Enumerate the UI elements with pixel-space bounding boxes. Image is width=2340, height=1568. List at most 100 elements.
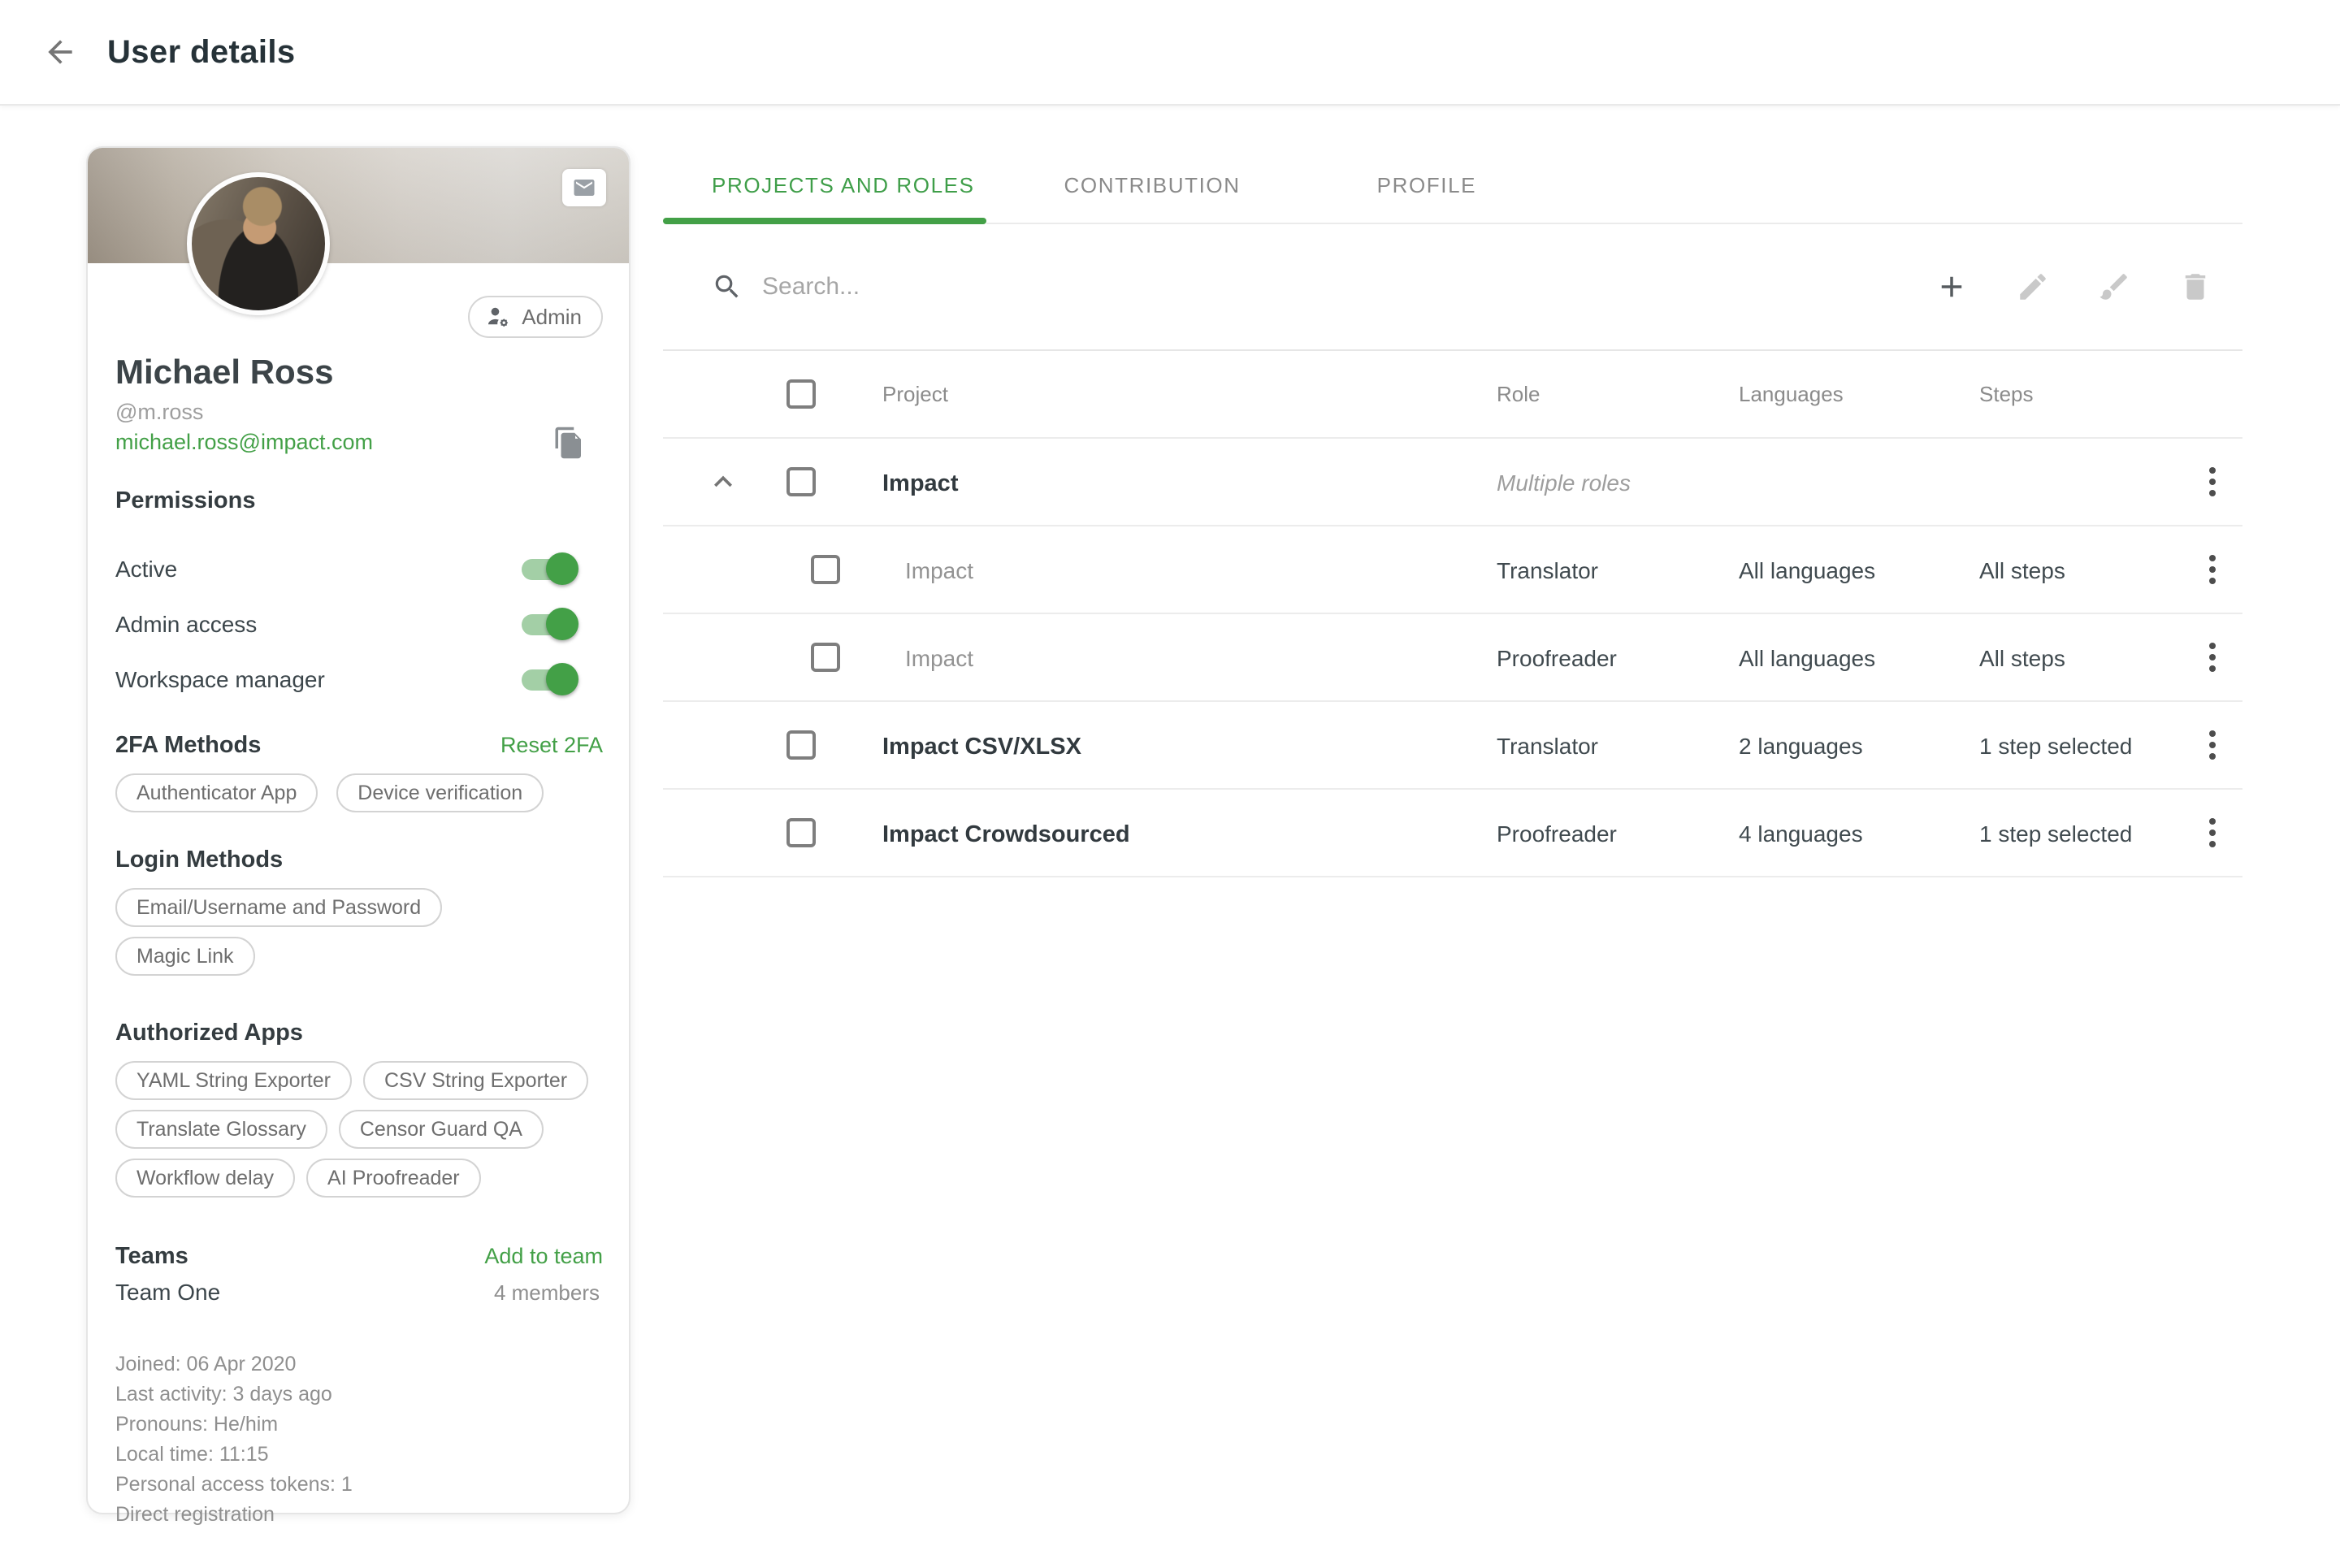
- select-all-checkbox[interactable]: [786, 379, 816, 409]
- toggle-row-workspace-manager: Workspace manager: [107, 661, 609, 700]
- row-checkbox[interactable]: [811, 555, 840, 584]
- trash-icon: [2178, 270, 2212, 304]
- twofa-method-chip: Authenticator App: [115, 773, 318, 812]
- row-steps: All steps: [1979, 646, 2065, 671]
- column-languages: Languages: [1739, 382, 1979, 407]
- row-checkbox[interactable]: [811, 643, 840, 672]
- column-steps: Steps: [1979, 382, 2182, 407]
- row-role: Multiple roles: [1497, 470, 1631, 496]
- back-arrow-icon[interactable]: [39, 31, 81, 73]
- user-email-link[interactable]: michael.ross@impact.com: [115, 430, 609, 455]
- chevron-up-icon: [705, 464, 741, 500]
- row-checkbox[interactable]: [786, 818, 816, 847]
- tab-bar: PROJECTS AND ROLES CONTRIBUTION PROFILE: [663, 146, 2242, 224]
- top-bar: User details: [0, 0, 2340, 106]
- twofa-methods: Authenticator App Device verification: [107, 773, 609, 822]
- authorized-apps: YAML String ExporterCSV String Exporter …: [107, 1061, 609, 1207]
- column-project: Project: [882, 382, 1497, 407]
- authorized-app-chip: Translate Glossary: [115, 1110, 327, 1149]
- row-menu-kebab-icon[interactable]: [2198, 639, 2227, 675]
- login-methods: Email/Username and Password Magic Link: [107, 888, 609, 985]
- meta-access-tokens: Personal access tokens: 1: [115, 1470, 609, 1500]
- main-panel: PROJECTS AND ROLES CONTRIBUTION PROFILE: [663, 146, 2242, 877]
- active-tab-indicator: [663, 218, 986, 224]
- tab-profile[interactable]: PROFILE: [1377, 146, 1476, 224]
- add-to-team-link[interactable]: Add to team: [484, 1244, 603, 1269]
- authorized-app-chip: Censor Guard QA: [339, 1110, 544, 1149]
- meta-registration: Direct registration: [115, 1500, 609, 1530]
- row-role: Translator: [1497, 558, 1598, 583]
- table-row: Impact Translator All languages All step…: [663, 526, 2242, 614]
- authorized-app-chip: Workflow delay: [115, 1159, 295, 1198]
- reset-2fa-link[interactable]: Reset 2FA: [500, 733, 603, 758]
- collapse-group-button[interactable]: [705, 464, 741, 500]
- toggle-label-admin-access: Admin access: [115, 612, 257, 638]
- twofa-heading: 2FA Methods: [107, 732, 261, 759]
- table-header-row: Project Role Languages Steps: [663, 351, 2242, 439]
- active-toggle[interactable]: [522, 559, 574, 580]
- authorized-apps-heading: Authorized Apps: [107, 1020, 609, 1046]
- row-menu-kebab-icon[interactable]: [2198, 464, 2227, 500]
- send-email-button[interactable]: [562, 169, 606, 206]
- table-row: Impact Multiple roles: [663, 439, 2242, 526]
- tab-bar-divider: [986, 223, 2242, 224]
- edit-button[interactable]: [2015, 269, 2051, 305]
- authorized-app-chip: YAML String Exporter: [115, 1061, 352, 1100]
- copy-email-button[interactable]: [552, 426, 587, 460]
- tab-contribution[interactable]: CONTRIBUTION: [1064, 146, 1241, 224]
- plus-icon: [1935, 270, 1969, 304]
- login-method-chip: Magic Link: [115, 937, 255, 976]
- row-languages: 4 languages: [1739, 821, 1863, 847]
- delete-button[interactable]: [2178, 269, 2213, 305]
- authorized-app-chip: AI Proofreader: [306, 1159, 481, 1198]
- user-name: Michael Ross: [115, 351, 609, 393]
- row-checkbox[interactable]: [786, 467, 816, 496]
- workspace-manager-toggle[interactable]: [522, 669, 574, 691]
- user-meta: Joined: 06 Apr 2020 Last activity: 3 day…: [107, 1349, 609, 1530]
- meta-joined: Joined: 06 Apr 2020: [115, 1349, 609, 1380]
- add-button[interactable]: [1934, 269, 1970, 305]
- row-menu-kebab-icon[interactable]: [2198, 552, 2227, 587]
- row-checkbox[interactable]: [786, 730, 816, 760]
- envelope-icon: [572, 175, 596, 200]
- row-menu-kebab-icon[interactable]: [2198, 815, 2227, 851]
- project-name: Impact Crowdsourced: [882, 821, 1130, 847]
- user-avatar: [187, 172, 330, 315]
- table-row: Impact Crowdsourced Proofreader 4 langua…: [663, 790, 2242, 877]
- login-method-chip: Email/Username and Password: [115, 888, 442, 927]
- team-members-count: 4 members: [494, 1280, 600, 1306]
- admin-access-toggle[interactable]: [522, 614, 574, 635]
- login-methods-heading: Login Methods: [107, 847, 609, 873]
- admin-badge-label: Admin: [522, 305, 582, 330]
- tab-projects-and-roles[interactable]: PROJECTS AND ROLES: [712, 146, 975, 224]
- toggle-label-active: Active: [115, 557, 177, 583]
- toggle-label-workspace-manager: Workspace manager: [115, 667, 325, 693]
- admin-badge: Admin: [468, 296, 603, 338]
- row-role: Proofreader: [1497, 821, 1617, 847]
- search-input[interactable]: [762, 273, 1934, 301]
- clear-button[interactable]: [2096, 269, 2132, 305]
- row-role: Translator: [1497, 734, 1598, 759]
- project-name: Impact: [905, 558, 973, 583]
- meta-local-time: Local time: 11:15: [115, 1440, 609, 1470]
- row-steps: All steps: [1979, 558, 2065, 583]
- user-handle: @m.ross: [115, 400, 609, 425]
- team-row[interactable]: Team One 4 members: [107, 1280, 609, 1306]
- toggle-row-active: Active: [107, 550, 609, 589]
- meta-last-activity: Last activity: 3 days ago: [115, 1380, 609, 1410]
- team-name: Team One: [115, 1280, 220, 1306]
- admin-user-gear-icon: [484, 303, 512, 331]
- row-steps: 1 step selected: [1979, 734, 2132, 759]
- authorized-app-chip: CSV String Exporter: [363, 1061, 588, 1100]
- project-name: Impact CSV/XLSX: [882, 734, 1081, 760]
- project-name: Impact: [905, 646, 973, 671]
- page-title: User details: [107, 34, 296, 71]
- teams-heading: Teams: [107, 1243, 188, 1270]
- twofa-method-chip: Device verification: [336, 773, 544, 812]
- table-row: Impact Proofreader All languages All ste…: [663, 614, 2242, 702]
- user-details-page: User details Admin Michael Ross @m.ross: [0, 0, 2340, 1568]
- row-menu-kebab-icon[interactable]: [2198, 727, 2227, 763]
- table-toolbar: [663, 224, 2242, 351]
- copy-icon: [552, 426, 587, 460]
- row-role: Proofreader: [1497, 646, 1617, 671]
